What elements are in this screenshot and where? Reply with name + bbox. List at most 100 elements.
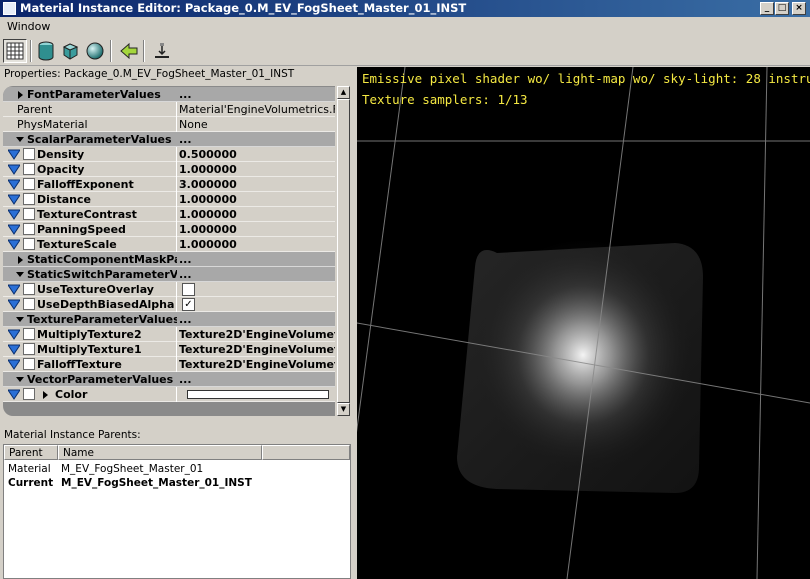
scroll-up-icon[interactable]: ▲ (337, 86, 350, 99)
cube-preview-icon (62, 43, 79, 60)
column-divider (176, 327, 177, 342)
expression-dropdown-icon[interactable] (8, 359, 20, 370)
property-row[interactable]: PanningSpeed 1.000000 (3, 222, 335, 237)
property-value[interactable]: None (179, 117, 335, 132)
collapse-arrow-icon[interactable] (16, 137, 24, 142)
property-value[interactable]: 1.000000 (179, 162, 335, 177)
expression-dropdown-icon[interactable] (8, 164, 20, 175)
parent-row[interactable]: Material M_EV_FogSheet_Master_01 (4, 462, 350, 476)
scroll-thumb[interactable] (337, 99, 350, 403)
property-row[interactable]: TextureScale 1.000000 (3, 237, 335, 252)
scroll-down-icon[interactable]: ▼ (337, 403, 350, 416)
property-row[interactable]: FalloffExponent 3.000000 (3, 177, 335, 192)
property-row[interactable]: Density 0.500000 (3, 147, 335, 162)
expression-dropdown-icon[interactable] (8, 239, 20, 250)
override-checkbox[interactable] (23, 343, 35, 355)
property-value[interactable]: Texture2D'EngineVolumetrics.FogSheet (179, 357, 335, 372)
override-checkbox[interactable] (23, 163, 35, 175)
property-value-checkbox[interactable]: ✓ (182, 298, 195, 311)
expression-dropdown-icon[interactable] (8, 209, 20, 220)
property-value[interactable]: 1.000000 (179, 192, 335, 207)
expression-dropdown-icon[interactable] (8, 194, 20, 205)
material-preview-viewport[interactable]: Emissive pixel shader wo/ light-map wo/ … (357, 67, 810, 579)
parent-row-current[interactable]: Current M_EV_FogSheet_Master_01_INST (4, 476, 350, 490)
property-row[interactable]: MultiplyTexture1 Texture2D'EngineVolumetr… (3, 342, 335, 357)
property-row[interactable]: Color (3, 387, 335, 402)
override-checkbox[interactable] (23, 193, 35, 205)
property-value-checkbox[interactable] (182, 283, 195, 296)
property-value[interactable]: 0.500000 (179, 147, 335, 162)
color-swatch[interactable] (187, 390, 329, 399)
override-checkbox[interactable] (23, 283, 35, 295)
property-row[interactable]: UseTextureOverlay (3, 282, 335, 297)
property-row[interactable]: TextureContrast 1.000000 (3, 207, 335, 222)
property-value: ... (179, 88, 192, 101)
property-category-row[interactable]: VectorParameterValues... (3, 372, 335, 387)
expand-arrow-icon[interactable] (18, 91, 23, 99)
cylinder-preview-button[interactable] (34, 39, 58, 63)
override-checkbox[interactable] (23, 358, 35, 370)
property-row[interactable]: PhysMaterial None (3, 117, 335, 132)
property-row[interactable]: FalloffTexture Texture2D'EngineVolumetric… (3, 357, 335, 372)
property-value[interactable]: 1.000000 (179, 207, 335, 222)
parents-column-headers: Parent Name (4, 445, 350, 460)
property-row[interactable]: Distance 1.000000 (3, 192, 335, 207)
property-value[interactable]: Texture2D'EngineVolumetrics.FogSheet (179, 342, 335, 357)
property-value[interactable]: Material'EngineVolumetrics.FogSheet (179, 102, 335, 117)
expression-dropdown-icon[interactable] (8, 179, 20, 190)
column-divider (176, 192, 177, 207)
reset-camera-button[interactable] (150, 39, 174, 63)
expand-arrow-icon[interactable] (18, 256, 23, 264)
property-category-row[interactable]: StaticComponentMaskParameterValues... (3, 252, 335, 267)
property-row[interactable]: Parent Material'EngineVolumetrics.FogShee… (3, 102, 335, 117)
expression-dropdown-icon[interactable] (8, 149, 20, 160)
collapse-arrow-icon[interactable] (16, 377, 24, 382)
expand-arrow-icon[interactable] (43, 391, 48, 399)
cube-preview-button[interactable] (58, 39, 82, 63)
property-category-row[interactable]: TextureParameterValues... (3, 312, 335, 327)
expression-dropdown-icon[interactable] (8, 389, 20, 400)
property-value: ... (179, 253, 192, 266)
override-checkbox[interactable] (23, 223, 35, 235)
override-checkbox[interactable] (23, 208, 35, 220)
back-button[interactable] (117, 39, 141, 63)
expression-dropdown-icon[interactable] (8, 224, 20, 235)
menu-window[interactable]: Window (7, 20, 50, 33)
expression-dropdown-icon[interactable] (8, 284, 20, 295)
property-row[interactable]: UseDepthBiasedAlpha ✓ (3, 297, 335, 312)
property-value[interactable]: 3.000000 (179, 177, 335, 192)
grid-toggle-button[interactable] (3, 39, 27, 63)
collapse-arrow-icon[interactable] (16, 317, 24, 322)
expression-dropdown-icon[interactable] (8, 344, 20, 355)
property-category-row[interactable]: FontParameterValues... (3, 87, 335, 102)
reset-camera-icon (155, 43, 169, 58)
override-checkbox[interactable] (23, 388, 35, 400)
column-header-name[interactable]: Name (58, 445, 262, 460)
override-checkbox[interactable] (23, 238, 35, 250)
property-name: Distance (37, 193, 91, 206)
column-divider (176, 357, 177, 372)
property-name: FalloffExponent (37, 178, 134, 191)
minimize-button[interactable]: _ (760, 2, 774, 15)
property-row[interactable]: MultiplyTexture2 Texture2D'EngineVolumetr… (3, 327, 335, 342)
sphere-preview-button[interactable] (83, 39, 107, 63)
property-value[interactable]: 1.000000 (179, 222, 335, 237)
property-category-row[interactable]: ScalarParameterValues... (3, 132, 335, 147)
window-title: Material Instance Editor: Package_0.M_EV… (20, 1, 467, 15)
column-header-parent[interactable]: Parent (4, 445, 58, 460)
override-checkbox[interactable] (23, 298, 35, 310)
expression-dropdown-icon[interactable] (8, 329, 20, 340)
override-checkbox[interactable] (23, 328, 35, 340)
property-value[interactable]: Texture2D'EngineVolumetrics.FogSheet (179, 327, 335, 342)
property-row[interactable]: Opacity 1.000000 (3, 162, 335, 177)
property-name: Opacity (37, 163, 85, 176)
property-value[interactable]: 1.000000 (179, 237, 335, 252)
collapse-arrow-icon[interactable] (16, 272, 24, 277)
close-button[interactable]: × (792, 2, 806, 15)
expression-dropdown-icon[interactable] (8, 299, 20, 310)
properties-scrollbar[interactable]: ▲ ▼ (337, 86, 350, 416)
override-checkbox[interactable] (23, 178, 35, 190)
maximize-button[interactable]: □ (775, 2, 789, 15)
property-category-row[interactable]: StaticSwitchParameterValues... (3, 267, 335, 282)
override-checkbox[interactable] (23, 148, 35, 160)
